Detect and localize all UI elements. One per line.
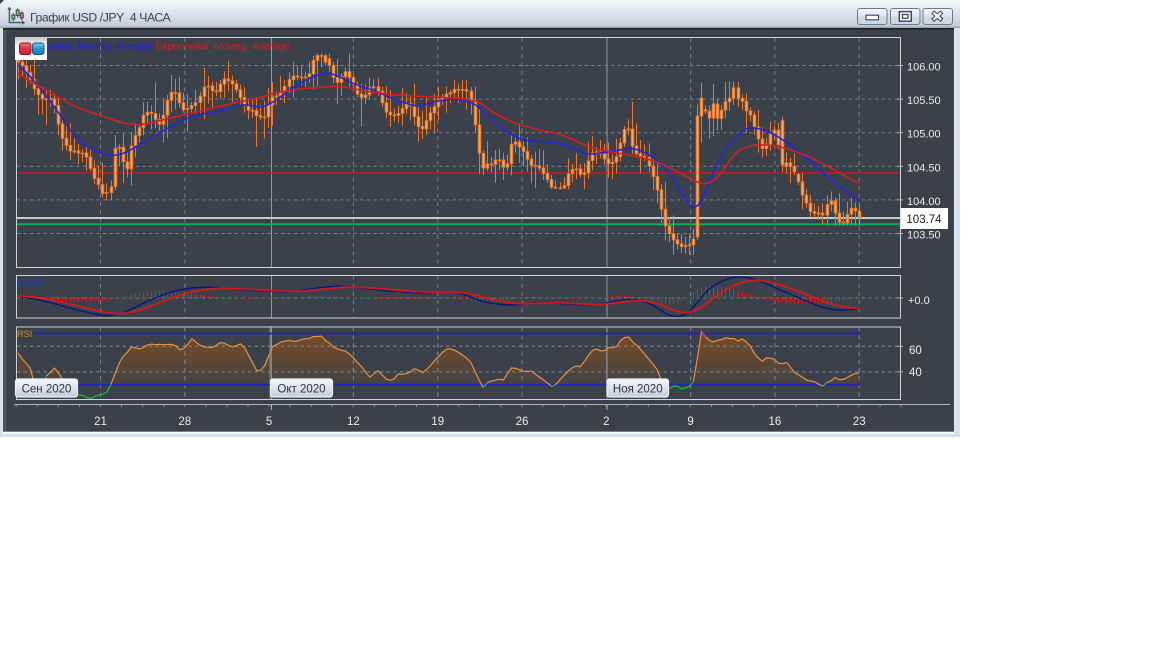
svg-text:26: 26: [516, 416, 529, 428]
svg-text:ential_Moving_Average: ential_Moving_Average: [48, 41, 154, 53]
svg-text:Окт 2020: Окт 2020: [277, 384, 325, 396]
svg-text:2: 2: [603, 416, 609, 428]
svg-text:103.74: 103.74: [906, 214, 942, 226]
svg-text:40: 40: [909, 367, 922, 379]
svg-text:28: 28: [178, 416, 191, 428]
svg-text:12: 12: [347, 416, 360, 428]
svg-text:MACD: MACD: [18, 278, 45, 288]
svg-text:+0.0: +0.0: [908, 295, 930, 307]
svg-text:RSI: RSI: [17, 329, 32, 339]
svg-text:105.50: 105.50: [907, 95, 941, 107]
svg-text:Сен 2020: Сен 2020: [22, 384, 72, 396]
svg-text:23: 23: [853, 416, 866, 428]
svg-text:19: 19: [431, 416, 444, 428]
svg-text:106.00: 106.00: [907, 62, 941, 74]
svg-text:График USD /JPY 4 ЧАСА: График USD /JPY 4 ЧАСА: [30, 11, 172, 25]
svg-text:103.50: 103.50: [907, 230, 941, 242]
svg-text:21: 21: [94, 416, 107, 428]
svg-text:105.00: 105.00: [907, 129, 941, 141]
svg-text:60: 60: [909, 345, 922, 357]
svg-text:Exponential_Moving_Average: Exponential_Moving_Average: [156, 41, 290, 53]
svg-text:Ноя 2020: Ноя 2020: [613, 384, 663, 396]
svg-text:104.50: 104.50: [907, 162, 941, 174]
svg-text:16: 16: [769, 416, 782, 428]
svg-text:5: 5: [266, 416, 272, 428]
svg-text:104.00: 104.00: [907, 196, 941, 208]
svg-text:9: 9: [687, 416, 693, 428]
